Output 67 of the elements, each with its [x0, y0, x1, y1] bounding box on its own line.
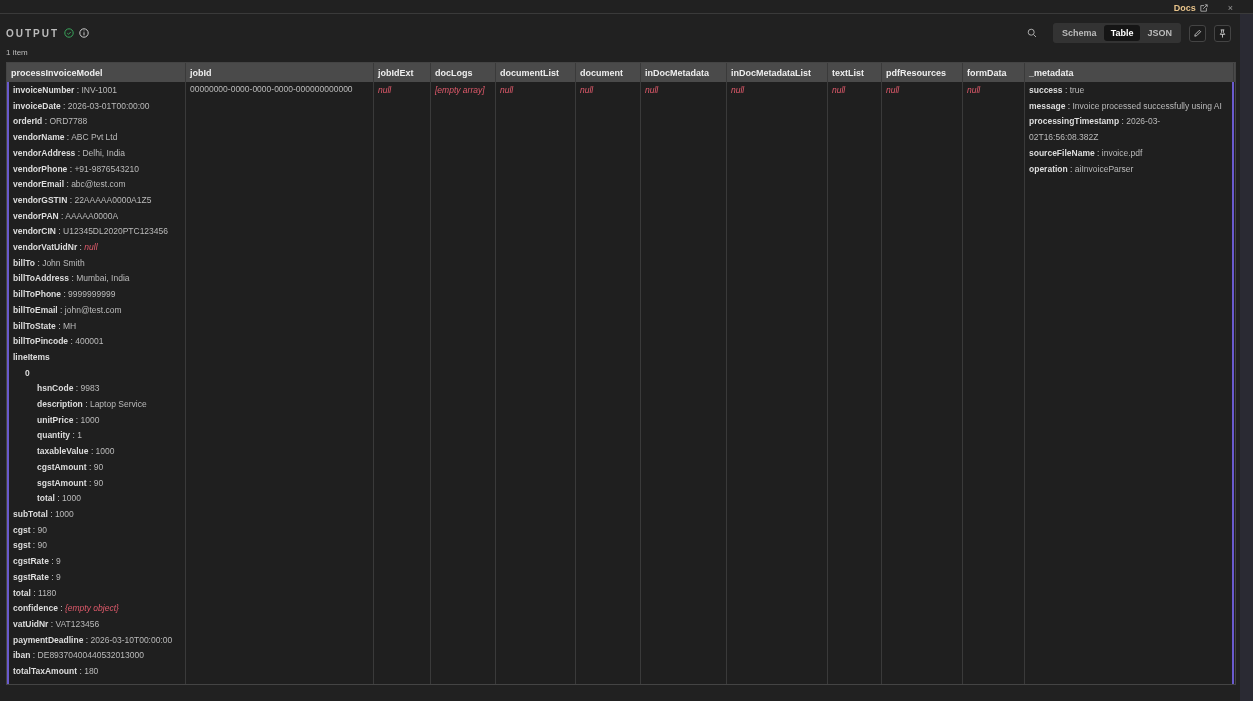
empty-value: null — [886, 85, 900, 95]
field-entry: total : 1000 — [36, 492, 82, 506]
field-entry: billToPincode : 400001 — [13, 335, 105, 349]
field-entry: billTo : John Smith — [13, 256, 86, 270]
field-entry: quantity : 1 — [36, 429, 83, 443]
field-entry: iban : DE89370400440532013000 — [13, 649, 145, 663]
field-entry: paymentDeadline : 2026-03-10T00:00:00 — [13, 633, 174, 647]
field-entry: success : true — [1029, 84, 1086, 97]
pin-button[interactable] — [1214, 24, 1231, 42]
empty-value: null — [580, 85, 594, 95]
field-entry: billToEmail : john@test.com — [13, 303, 123, 317]
field-entry: vendorPhone : +91-9876543210 — [13, 162, 140, 176]
output-title: OUTPUT — [6, 27, 60, 39]
field-entry: taxableValue : 1000 — [36, 445, 116, 459]
field-entry: sourceFileName : invoice.pdf — [1029, 146, 1144, 160]
field-entry: invoiceDate : 2026-03-01T00:00:00 — [13, 99, 151, 113]
field-entry: billToAddress : Mumbai, India — [13, 272, 131, 286]
field-entry: totalTaxAmount : 180 — [13, 665, 100, 678]
field-entry: sgst : 90 — [13, 539, 49, 553]
field-entry: cgstRate : 9 — [13, 555, 62, 569]
empty-value: null — [967, 85, 981, 95]
field-entry: vendorName : ABC Pvt Ltd — [13, 131, 119, 145]
view-tab[interactable]: Table — [1103, 25, 1141, 41]
edit-button[interactable] — [1189, 24, 1206, 42]
field-entry: description : Laptop Service — [36, 398, 148, 412]
external-link-icon — [1199, 4, 1208, 12]
field-entry: unitPrice : 1000 — [36, 413, 101, 427]
field-entry: vendorVatUidNr : null — [13, 241, 99, 255]
check-circle-icon — [64, 28, 75, 38]
empty-value: null — [378, 85, 392, 95]
empty-value: null — [645, 85, 659, 95]
field-entry: cgst : 90 — [13, 523, 49, 537]
pencil-icon — [1193, 28, 1202, 38]
field-entry: billToState : MH — [13, 319, 78, 333]
table-cell-text: 00000000-0000-0000-0000-000000000000 — [190, 83, 354, 95]
field-entry: operation : aiInvoiceParser — [1029, 162, 1135, 176]
view-tab[interactable]: JSON — [1140, 25, 1179, 41]
field-entry: message : Invoice processed successfully using AI — [1029, 99, 1223, 113]
field-entry: total : 1180 — [13, 586, 58, 600]
field-entry: cgstAmount : 90 — [36, 460, 105, 474]
field-entry: vendorAddress : Delhi, India — [13, 146, 126, 160]
empty-value: null — [500, 85, 514, 95]
field-entry: sgstAmount : 90 — [36, 476, 105, 490]
field-entry: confidence : {empty object} — [13, 602, 120, 616]
search-icon[interactable] — [1027, 28, 1038, 38]
info-icon[interactable] — [79, 28, 90, 38]
field-entry: vatUidNr : VAT123456 — [13, 617, 101, 631]
docs-link[interactable]: Docs — [1173, 4, 1196, 13]
field-entry: vendorGSTIN : 22AAAAA0000A1Z5 — [13, 193, 153, 207]
field-entry: sgstRate : 9 — [13, 570, 62, 584]
view-tab[interactable]: Schema — [1055, 25, 1104, 41]
field-key: lineItems — [13, 351, 50, 362]
field-key: 0 — [25, 367, 30, 378]
field-entry: orderId : ORD7788 — [13, 115, 89, 129]
pin-icon — [1218, 28, 1227, 38]
empty-value: [empty array] — [435, 85, 485, 95]
close-button[interactable]: × — [1227, 4, 1233, 13]
field-entry: hsnCode : 9983 — [36, 382, 101, 396]
field-entry: vendorEmail : abc@test.com — [13, 178, 127, 192]
field-entry: billToPhone : 9999999999 — [13, 288, 117, 302]
empty-value: null — [731, 85, 745, 95]
item-count: 1 item — [5, 47, 29, 59]
field-entry: vendorPAN : AAAAA0000A — [13, 209, 120, 223]
field-entry: vendorCIN : U12345DL2020PTC123456 — [13, 225, 169, 239]
field-entry: invoiceNumber : INV-1001 — [13, 84, 118, 97]
field-entry: subTotal : 1000 — [13, 508, 75, 521]
empty-value: null — [832, 85, 846, 95]
